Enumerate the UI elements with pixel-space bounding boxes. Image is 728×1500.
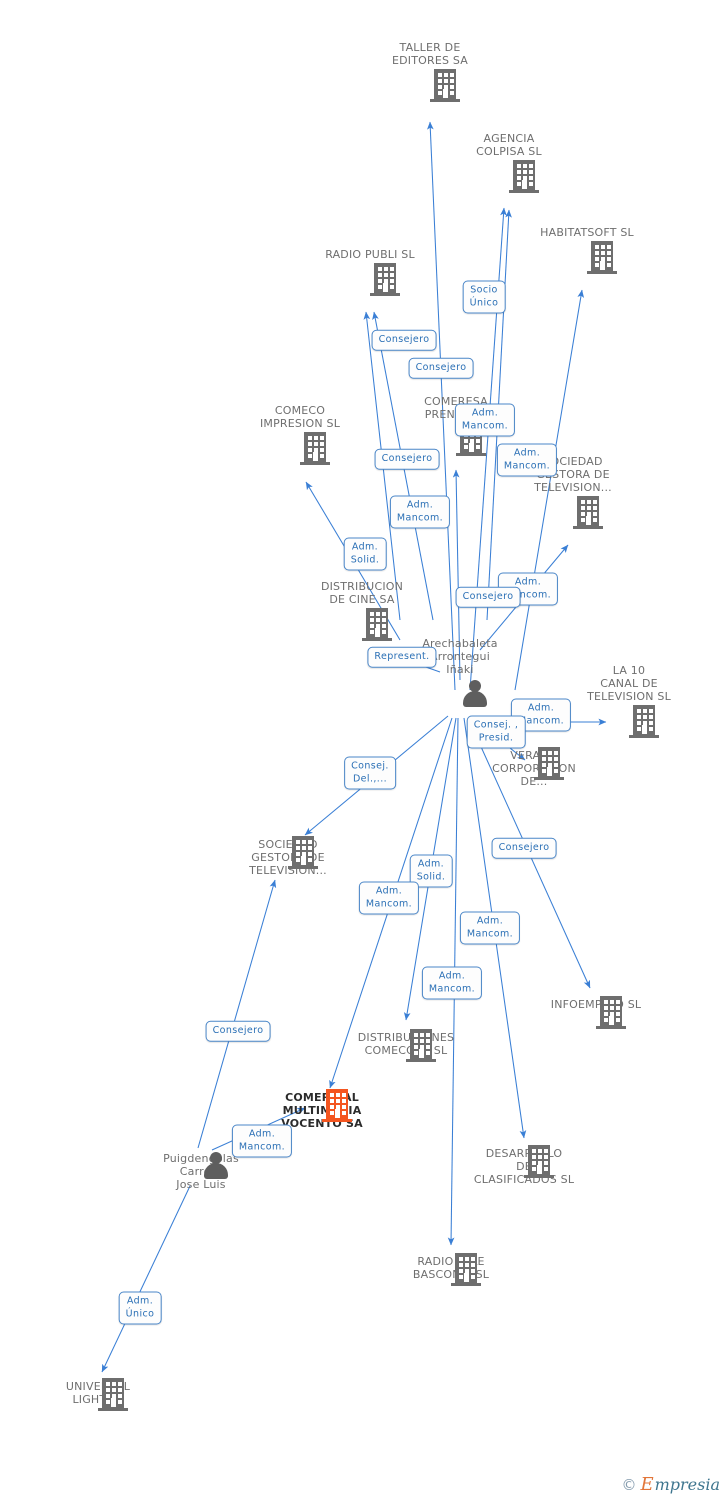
- node-sgtv_left[interactable]: SOCIEDAD GESTORA DE TELEVISION...: [218, 836, 358, 877]
- node-label-puigdengolas: Puigdengolas Carrera Jose Luis: [163, 1152, 239, 1191]
- node-label-la10: LA 10 CANAL DE TELEVISION SL: [587, 664, 671, 703]
- node-label-comeco: COMECO IMPRESION SL: [259, 404, 341, 430]
- relation-label-l07[interactable]: Adm. Mancom.: [389, 495, 451, 529]
- node-label-radiotele: RADIO TELE BASCONIA SL: [412, 1255, 490, 1281]
- relation-label-l14[interactable]: Consej. Del.,...: [344, 756, 396, 790]
- brand-initial: E: [640, 1474, 654, 1495]
- node-label-veralia: VERALIA CORPORACION DE...: [492, 749, 576, 788]
- relation-label-l20[interactable]: Consejero: [205, 1020, 271, 1042]
- node-label-sgtv_left: SOCIEDAD GESTORA DE TELEVISION...: [249, 838, 327, 877]
- node-habitatsoft[interactable]: HABITATSOFT SL: [517, 226, 657, 274]
- relation-label-l18[interactable]: Adm. Mancom.: [459, 911, 521, 945]
- node-comeco[interactable]: COMECO IMPRESION SL: [230, 404, 370, 465]
- brand-name: mpresia: [654, 1475, 720, 1494]
- node-clasificados[interactable]: DESARROLLO DE CLASIFICADOS SL: [454, 1145, 594, 1186]
- relation-label-l04[interactable]: Adm. Mancom.: [454, 403, 516, 437]
- relation-label-l10[interactable]: Consejero: [455, 586, 521, 608]
- relation-label-l02[interactable]: Consejero: [371, 329, 437, 351]
- node-taller[interactable]: TALLER DE EDITORES SA: [360, 41, 500, 102]
- node-radiotele[interactable]: RADIO TELE BASCONIA SL: [381, 1253, 521, 1286]
- copyright-icon: ©: [621, 1475, 637, 1494]
- relation-label-l17[interactable]: Adm. Mancom.: [358, 881, 420, 915]
- node-label-universal: UNIVERSAL LIGHT SL: [65, 1380, 131, 1406]
- node-label-comecosa: DISTRIBUCIONES COMECOSA SL: [357, 1031, 455, 1057]
- relation-label-l01[interactable]: Socio Único: [462, 280, 506, 314]
- node-label-clasificados: DESARROLLO DE CLASIFICADOS SL: [473, 1147, 575, 1186]
- node-radiopubli[interactable]: RADIO PUBLI SL: [300, 248, 440, 296]
- node-cineSA[interactable]: DISTRIBUCION DE CINE SA: [292, 580, 432, 641]
- watermark: © E mpresia: [621, 1476, 720, 1494]
- edge-layer: [101, 121, 607, 1373]
- node-label-colpisa: AGENCIA COLPISA SL: [476, 132, 542, 158]
- relation-label-l03[interactable]: Consejero: [408, 357, 474, 379]
- node-infoempleo[interactable]: INFOEMPLEO SL: [526, 996, 666, 1029]
- node-comecosa[interactable]: DISTRIBUCIONES COMECOSA SL: [336, 1029, 476, 1062]
- relation-label-l05[interactable]: Adm. Mancom.: [496, 443, 558, 477]
- diagram-canvas: TALLER DE EDITORES SA AGENCIA COLPISA SL H…: [0, 0, 728, 1500]
- node-universal[interactable]: UNIVERSAL LIGHT SL: [28, 1378, 168, 1411]
- node-label-radiopubli: RADIO PUBLI SL: [325, 248, 415, 261]
- relation-label-l06[interactable]: Consejero: [374, 448, 440, 470]
- relation-label-l19[interactable]: Adm. Mancom.: [421, 966, 483, 1000]
- node-label-habitatsoft: HABITATSOFT SL: [540, 226, 634, 239]
- relation-label-l11[interactable]: Represent.: [367, 646, 437, 668]
- node-label-infoempleo: INFOEMPLEO SL: [550, 998, 642, 1011]
- node-veralia[interactable]: VERALIA CORPORACION DE...: [464, 747, 604, 788]
- node-label-taller: TALLER DE EDITORES SA: [391, 41, 469, 67]
- relation-label-l22[interactable]: Adm. Único: [118, 1291, 162, 1325]
- node-label-cineSA: DISTRIBUCION DE CINE SA: [320, 580, 404, 606]
- relation-label-l15[interactable]: Consejero: [491, 837, 557, 859]
- relation-label-l13[interactable]: Consej. , Presid.: [466, 715, 526, 749]
- node-colpisa[interactable]: AGENCIA COLPISA SL: [439, 132, 579, 193]
- node-la10[interactable]: LA 10 CANAL DE TELEVISION SL: [559, 664, 699, 738]
- edge-puigdengolas-to-universal: [101, 1185, 191, 1373]
- relation-label-l08[interactable]: Adm. Solid.: [343, 537, 387, 571]
- relation-label-l21[interactable]: Adm. Mancom.: [231, 1124, 293, 1158]
